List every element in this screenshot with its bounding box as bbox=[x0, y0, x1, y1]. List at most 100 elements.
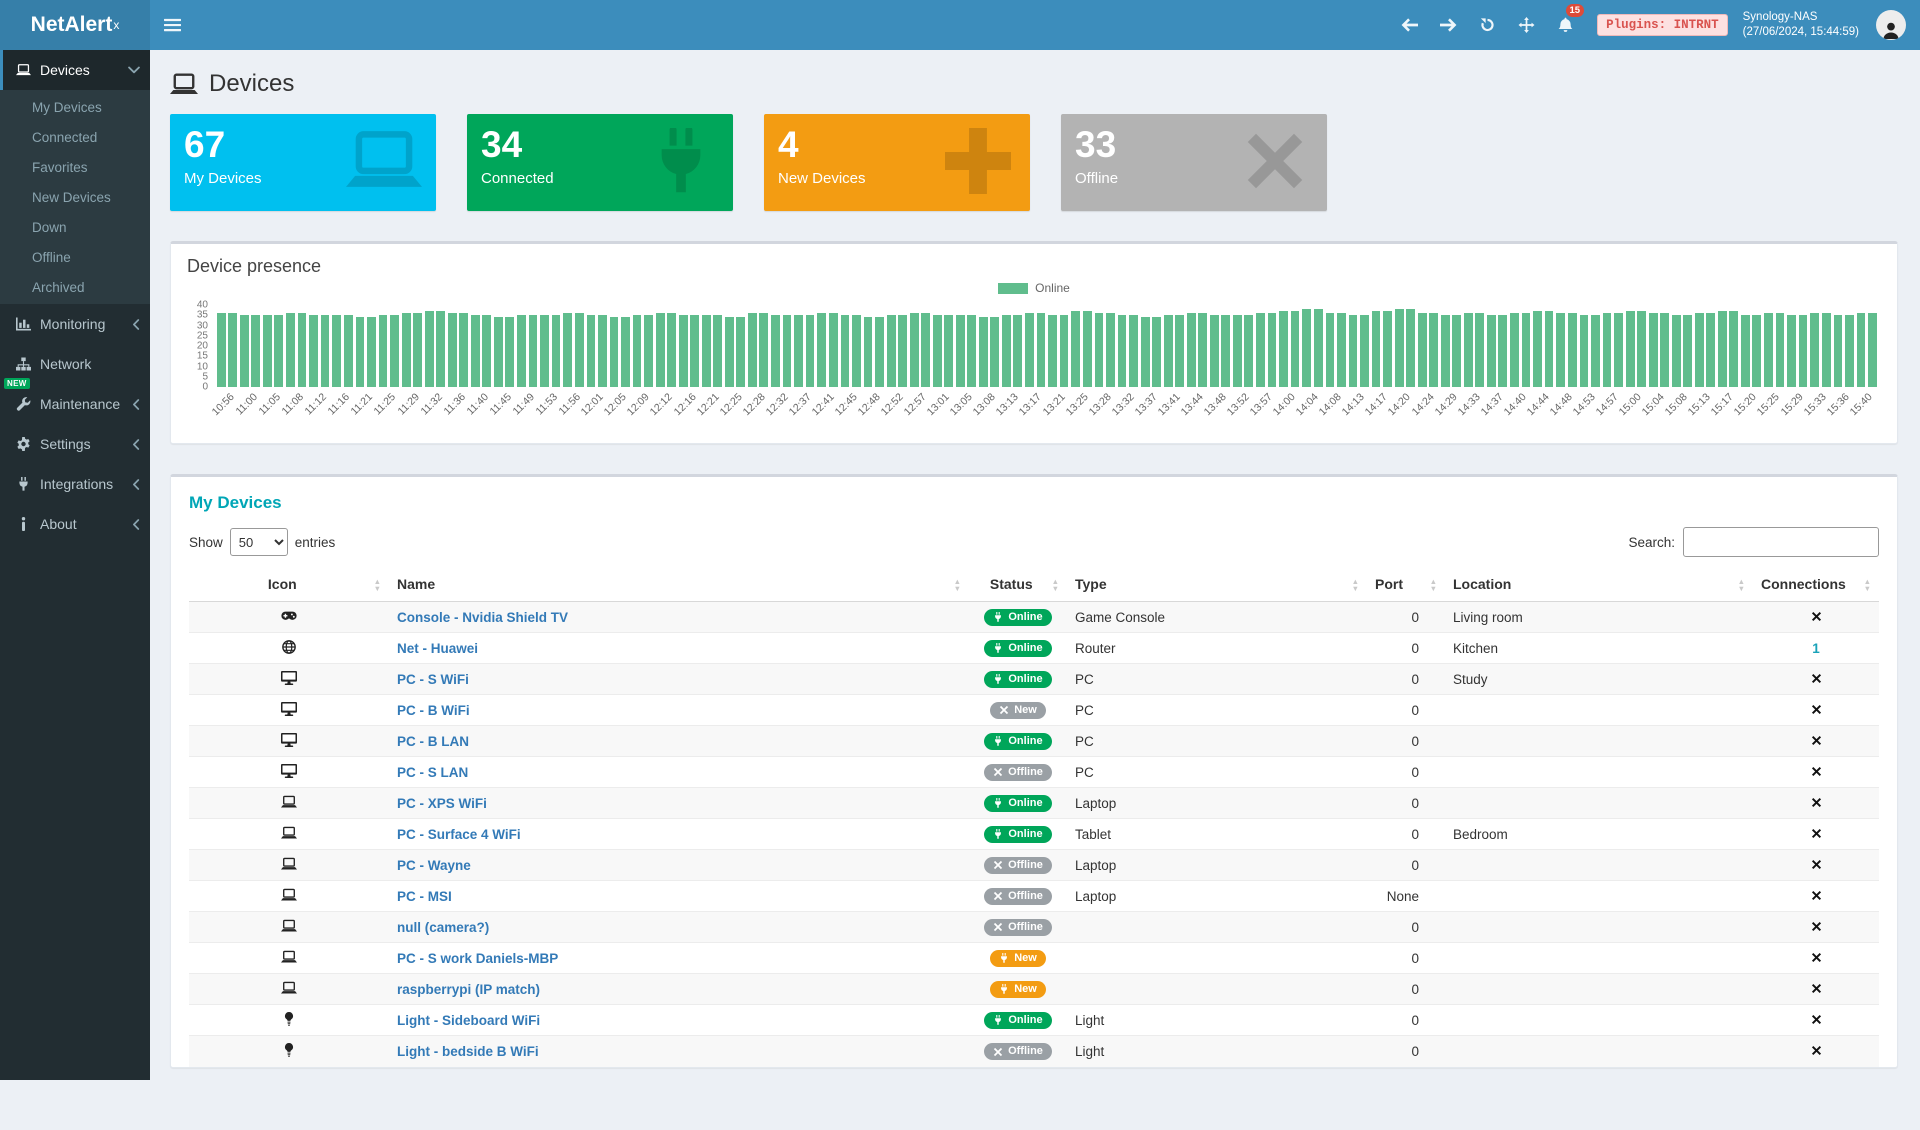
sidebar-item-settings[interactable]: Settings bbox=[0, 424, 150, 464]
presence-bar bbox=[1256, 313, 1265, 387]
device-name-link[interactable]: PC - MSI bbox=[397, 889, 452, 904]
sidebar-subitem-favorites[interactable]: Favorites bbox=[0, 152, 150, 182]
app-logo[interactable]: NetAlertx bbox=[0, 0, 150, 50]
presence-bar bbox=[944, 315, 953, 387]
presence-bar-group bbox=[517, 305, 537, 387]
plug-icon bbox=[993, 1015, 1003, 1025]
device-location bbox=[1445, 974, 1753, 1005]
presence-bar bbox=[540, 315, 549, 387]
device-name-link[interactable]: PC - S WiFi bbox=[397, 672, 469, 687]
stat-card-my-devices[interactable]: 67My Devices bbox=[170, 114, 436, 211]
table-search: Search: bbox=[1628, 527, 1879, 557]
device-name-link[interactable]: Light - bedside B WiFi bbox=[397, 1044, 539, 1059]
device-name-link[interactable]: Net - Huawei bbox=[397, 641, 478, 656]
device-name-link[interactable]: PC - Wayne bbox=[397, 858, 471, 873]
sidebar-item-devices[interactable]: Devices bbox=[0, 50, 150, 90]
device-port: 0 bbox=[1367, 1036, 1445, 1067]
column-header-status[interactable]: Status▲▼ bbox=[969, 567, 1067, 602]
entries-label: entries bbox=[295, 535, 336, 550]
device-name-link[interactable]: null (camera?) bbox=[397, 920, 489, 935]
column-label: Port bbox=[1375, 576, 1403, 592]
device-name-link[interactable]: PC - S LAN bbox=[397, 765, 468, 780]
sidebar-item-label: Settings bbox=[40, 436, 91, 452]
column-header-icon[interactable]: Icon▲▼ bbox=[189, 567, 389, 602]
connections-count-link[interactable]: 1 bbox=[1812, 641, 1820, 656]
presence-bar bbox=[1441, 315, 1450, 387]
chart-legend[interactable]: Online bbox=[171, 281, 1897, 295]
nav-refresh-button[interactable] bbox=[1470, 0, 1504, 50]
status-badge: Offline bbox=[984, 888, 1052, 905]
stat-cards-row: 67My Devices 34Connected 4New Devices 33Off… bbox=[170, 114, 1898, 211]
device-name-link[interactable]: Light - Sideboard WiFi bbox=[397, 1013, 540, 1028]
stat-card-offline[interactable]: 33Offline bbox=[1061, 114, 1327, 211]
device-name-link[interactable]: PC - XPS WiFi bbox=[397, 796, 487, 811]
sidebar-item-monitoring[interactable]: Monitoring bbox=[0, 304, 150, 344]
device-icon-cell bbox=[189, 1036, 389, 1067]
no-connections-icon bbox=[1811, 921, 1822, 932]
device-name-link[interactable]: raspberrypi (IP match) bbox=[397, 982, 540, 997]
gear-icon bbox=[16, 437, 31, 451]
column-header-connections[interactable]: Connections▲▼ bbox=[1753, 567, 1879, 602]
gamepad-icon bbox=[281, 609, 297, 623]
device-icon-cell bbox=[189, 726, 389, 757]
presence-bar-group bbox=[332, 305, 352, 387]
device-location bbox=[1445, 1005, 1753, 1036]
presence-bar-group bbox=[309, 305, 329, 387]
sidebar-item-about[interactable]: About bbox=[0, 504, 150, 544]
stat-card-connected[interactable]: 34Connected bbox=[467, 114, 733, 211]
device-connections-cell bbox=[1753, 1005, 1879, 1036]
sidebar-item-integrations[interactable]: Integrations bbox=[0, 464, 150, 504]
nav-move-button[interactable] bbox=[1509, 0, 1543, 50]
column-header-location[interactable]: Location▲▼ bbox=[1445, 567, 1753, 602]
nav-back-button[interactable] bbox=[1392, 0, 1426, 50]
chevron-left-icon bbox=[132, 519, 140, 530]
sidebar-subitem-archived[interactable]: Archived bbox=[0, 272, 150, 302]
presence-bar-group bbox=[656, 305, 676, 387]
sidebar-item-maintenance[interactable]: MaintenanceNEW bbox=[0, 384, 150, 424]
globe-icon bbox=[281, 640, 297, 654]
device-name-link[interactable]: Console - Nvidia Shield TV bbox=[397, 610, 568, 625]
device-type: Laptop bbox=[1067, 850, 1367, 881]
column-header-name[interactable]: Name▲▼ bbox=[389, 567, 969, 602]
search-input[interactable] bbox=[1683, 527, 1879, 557]
device-name-link[interactable]: PC - B LAN bbox=[397, 734, 469, 749]
plugins-status-badge[interactable]: Plugins: INTRNT bbox=[1597, 14, 1728, 36]
no-connections-icon bbox=[1811, 890, 1822, 901]
device-name-link[interactable]: PC - B WiFi bbox=[397, 703, 470, 718]
presence-bar-group bbox=[610, 305, 630, 387]
presence-bar bbox=[1857, 313, 1866, 387]
chevron-down-icon bbox=[128, 66, 140, 74]
presence-bar-group bbox=[1834, 305, 1854, 387]
status-badge: Online bbox=[984, 671, 1051, 688]
presence-bar bbox=[1037, 313, 1046, 387]
presence-bar-group bbox=[1187, 305, 1207, 387]
device-port: None bbox=[1367, 881, 1445, 912]
presence-bar bbox=[1533, 311, 1542, 387]
nav-forward-button[interactable] bbox=[1431, 0, 1465, 50]
page-length-select[interactable]: 50 bbox=[230, 528, 288, 556]
presence-bar-group bbox=[379, 305, 399, 387]
presence-bar-group bbox=[1349, 305, 1369, 387]
device-name-link[interactable]: PC - Surface 4 WiFi bbox=[397, 827, 521, 842]
stat-card-new-devices[interactable]: 4New Devices bbox=[764, 114, 1030, 211]
device-row: PC - Surface 4 WiFiOnlineTablet0Bedroom bbox=[189, 819, 1879, 850]
device-name-link[interactable]: PC - S work Daniels-MBP bbox=[397, 951, 558, 966]
column-header-port[interactable]: Port▲▼ bbox=[1367, 567, 1445, 602]
device-type: PC bbox=[1067, 726, 1367, 757]
sidebar-toggle-button[interactable] bbox=[150, 0, 194, 50]
presence-bar bbox=[1522, 313, 1531, 387]
presence-bar-group bbox=[1718, 305, 1738, 387]
sidebar-subitem-new-devices[interactable]: New Devices bbox=[0, 182, 150, 212]
user-avatar[interactable] bbox=[1876, 10, 1906, 40]
presence-bar bbox=[1210, 315, 1219, 387]
notifications-button[interactable]: 15 bbox=[1548, 0, 1582, 50]
sidebar-subitem-down[interactable]: Down bbox=[0, 212, 150, 242]
presence-bar-group bbox=[1233, 305, 1253, 387]
device-location bbox=[1445, 788, 1753, 819]
sidebar-subitem-connected[interactable]: Connected bbox=[0, 122, 150, 152]
column-header-type[interactable]: Type▲▼ bbox=[1067, 567, 1367, 602]
presence-bar bbox=[1349, 315, 1358, 387]
sidebar-subitem-offline[interactable]: Offline bbox=[0, 242, 150, 272]
device-icon-cell bbox=[189, 664, 389, 695]
sidebar-subitem-my-devices[interactable]: My Devices bbox=[0, 92, 150, 122]
